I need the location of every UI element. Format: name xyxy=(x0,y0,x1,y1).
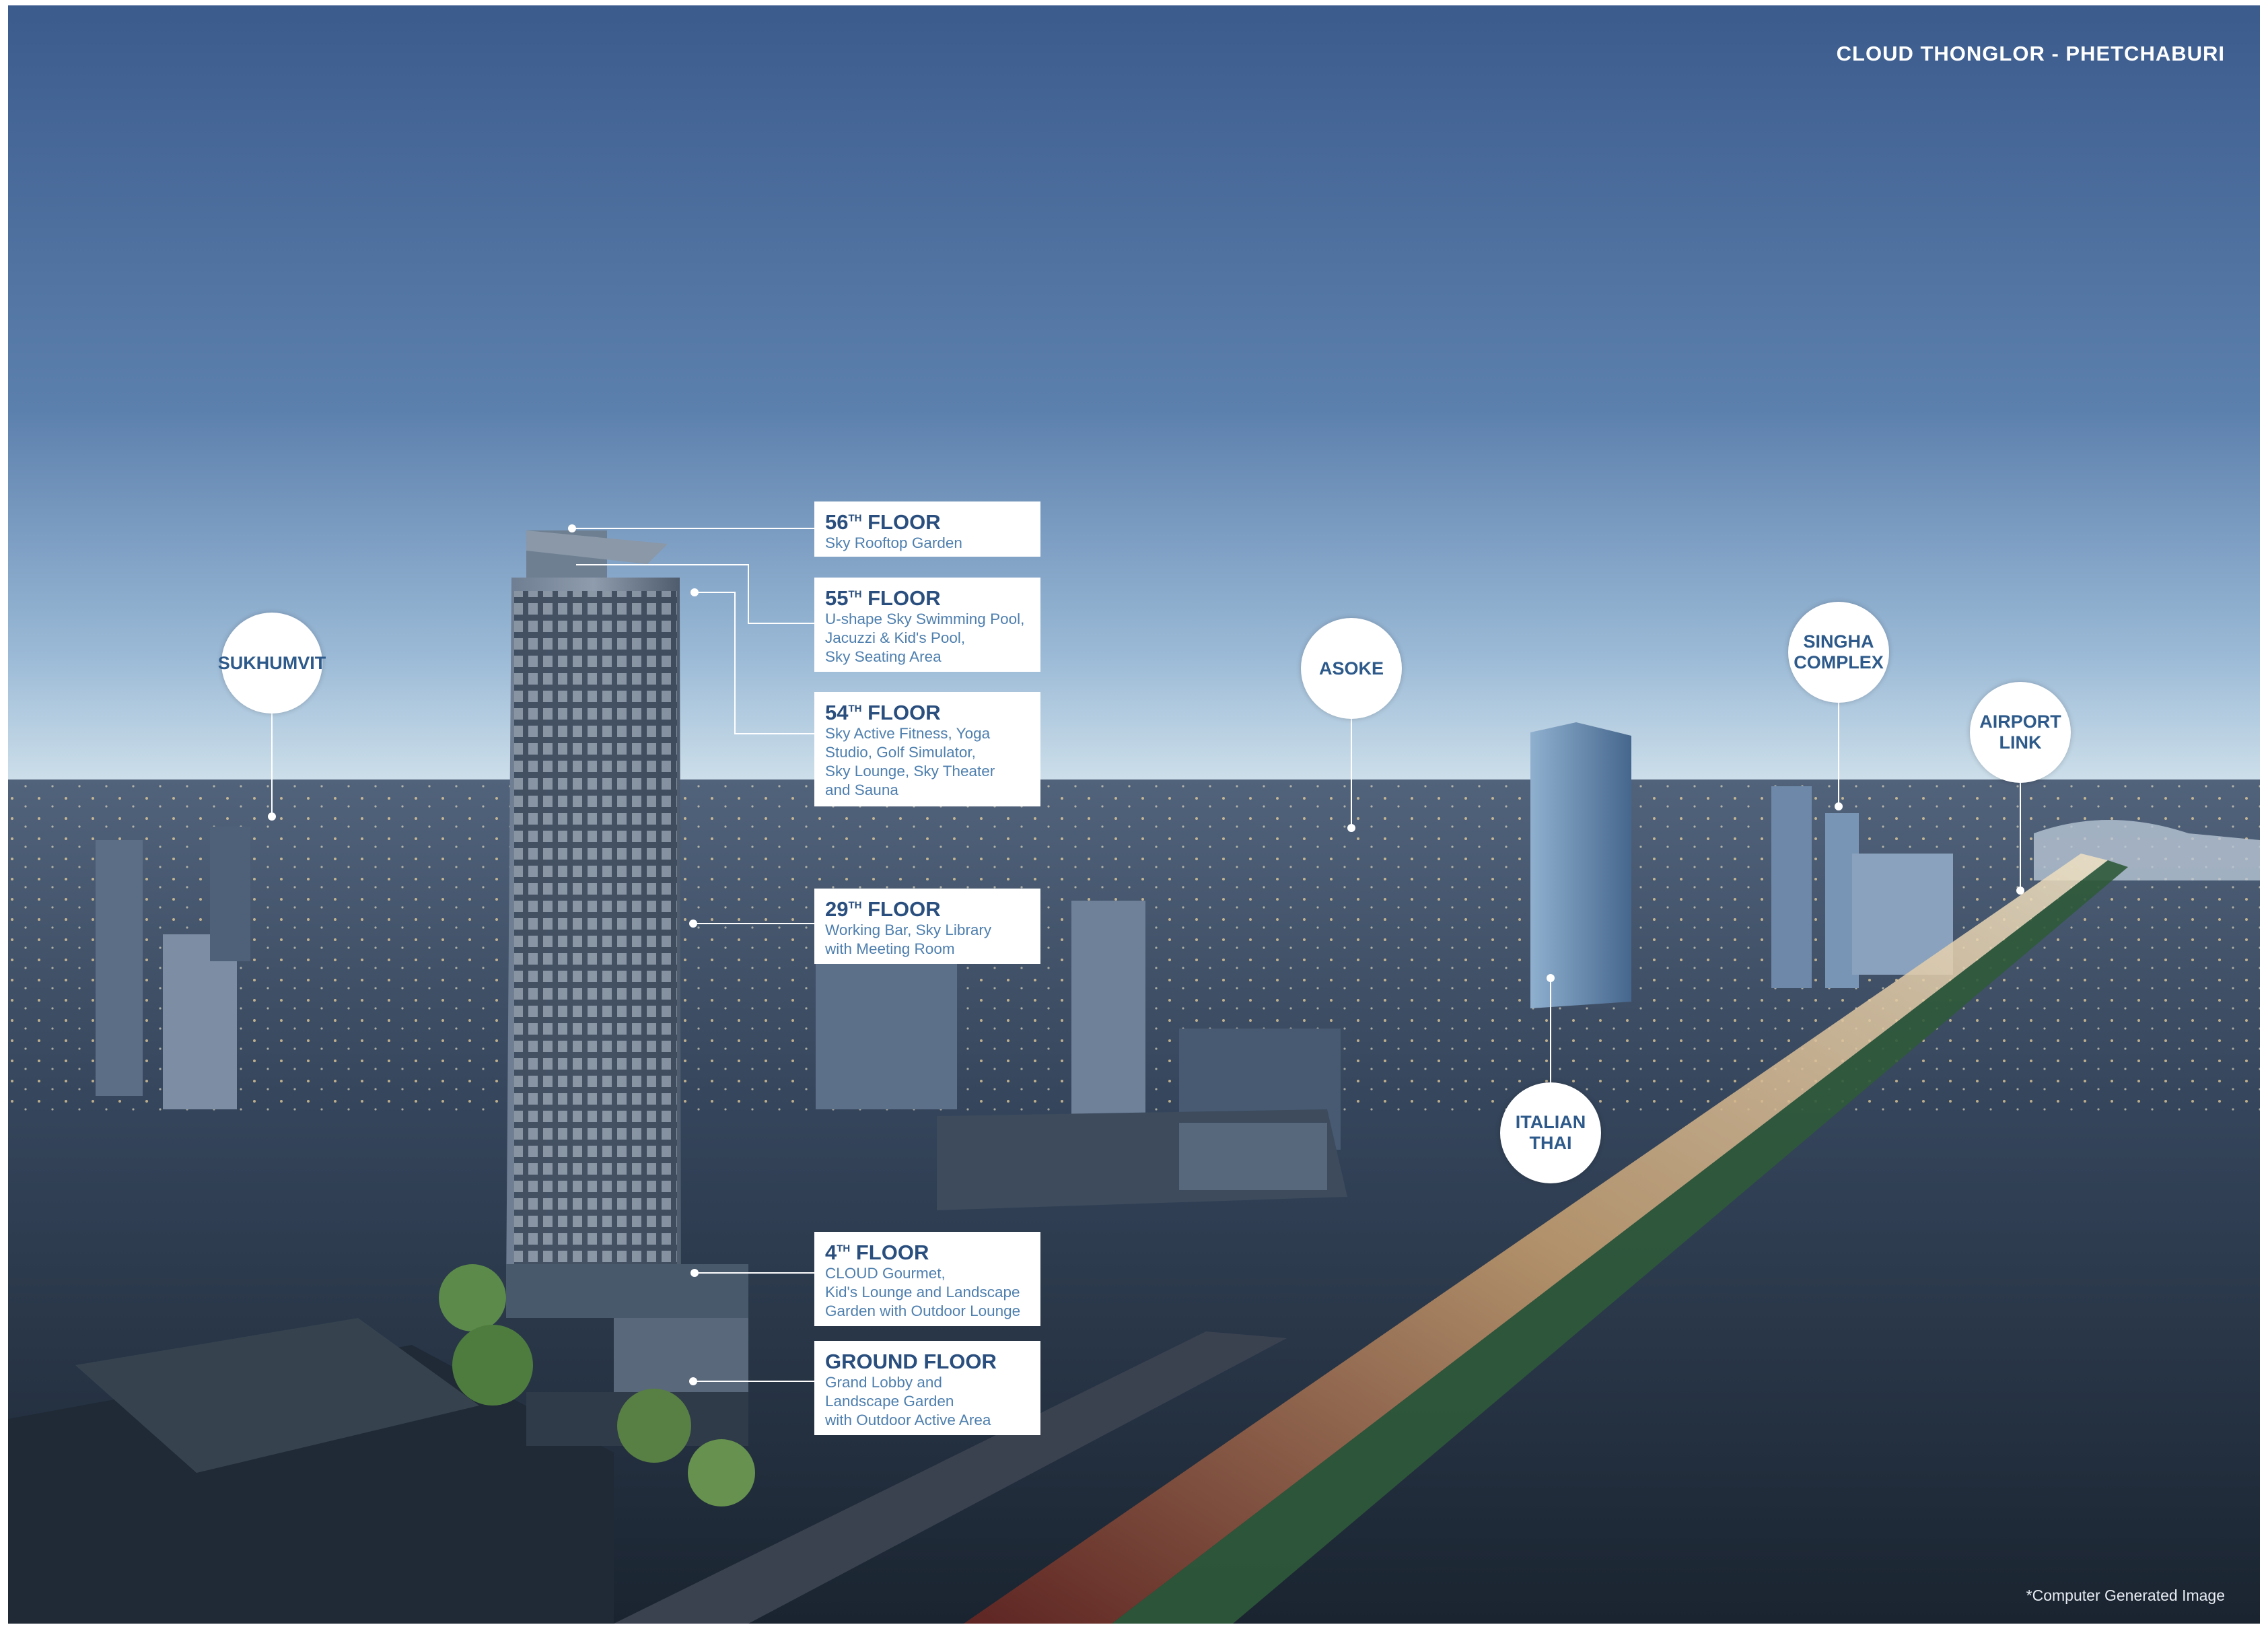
desc-line: CLOUD Gourmet, xyxy=(825,1265,946,1282)
floor-word: FLOOR xyxy=(855,1241,929,1264)
callout-floor-29: 29TH FLOOR Working Bar, Sky Library with… xyxy=(814,889,1040,964)
desc-line: U-shape Sky Swimming Pool, xyxy=(825,611,1025,627)
desc-line: Kid's Lounge and Landscape xyxy=(825,1284,1020,1301)
landmark-line: SUKHUMVIT xyxy=(217,652,326,673)
desc-line: Jacuzzi & Kid's Pool, xyxy=(825,629,966,646)
floor-number: 29 xyxy=(825,897,849,921)
floor-word: FLOOR xyxy=(923,1350,997,1373)
floor-suffix: TH xyxy=(848,512,862,524)
landmark-singha-complex: SINGHA COMPLEX xyxy=(1788,602,1889,703)
landmark-label: SUKHUMVIT xyxy=(218,653,326,674)
floor-suffix: TH xyxy=(848,703,862,715)
desc-line: Studio, Golf Simulator, xyxy=(825,744,976,761)
floor-heading: 56TH FLOOR xyxy=(825,511,1030,534)
floor-desc: CLOUD Gourmet, Kid's Lounge and Landscap… xyxy=(825,1264,1030,1321)
landmark-line: ITALIAN xyxy=(1515,1112,1586,1132)
desc-line: Sky Rooftop Garden xyxy=(825,534,962,551)
desc-line: with Outdoor Active Area xyxy=(825,1412,991,1428)
leader-lines xyxy=(268,524,2024,1385)
callout-floor-4: 4TH FLOOR CLOUD Gourmet, Kid's Lounge an… xyxy=(814,1232,1040,1326)
floor-suffix: TH xyxy=(837,1243,851,1255)
floor-heading: 54TH FLOOR xyxy=(825,701,1030,724)
desc-line: Garden with Outdoor Lounge xyxy=(825,1303,1021,1319)
callout-ground-floor: GROUND FLOOR Grand Lobby and Landscape G… xyxy=(814,1341,1040,1435)
floor-heading: GROUND FLOOR xyxy=(825,1350,1030,1373)
desc-line: Sky Lounge, Sky Theater xyxy=(825,763,995,779)
landmark-label: AIRPORT LINK xyxy=(1979,712,2061,753)
floor-number: 54 xyxy=(825,701,849,724)
floor-number: 55 xyxy=(825,586,849,610)
landmark-asoke: ASOKE xyxy=(1301,618,1402,719)
desc-line: and Sauna xyxy=(825,782,898,798)
callout-floor-55: 55TH FLOOR U-shape Sky Swimming Pool, Ja… xyxy=(814,578,1040,672)
landmark-italian-thai: ITALIAN THAI xyxy=(1500,1082,1601,1183)
floor-desc: Grand Lobby and Landscape Garden with Ou… xyxy=(825,1373,1030,1430)
landmark-line: THAI xyxy=(1529,1133,1572,1153)
floor-word: FLOOR xyxy=(867,897,941,921)
floor-heading: 55TH FLOOR xyxy=(825,587,1030,610)
floor-suffix: TH xyxy=(848,588,862,600)
floor-number: 56 xyxy=(825,510,849,534)
floor-word: FLOOR xyxy=(867,510,941,534)
floor-word: FLOOR xyxy=(867,586,941,610)
floor-desc: Sky Rooftop Garden xyxy=(825,534,1030,553)
desc-line: Sky Seating Area xyxy=(825,648,942,665)
desc-line: with Meeting Room xyxy=(825,940,955,957)
floor-desc: Working Bar, Sky Library with Meeting Ro… xyxy=(825,921,1030,959)
floor-desc: Sky Active Fitness, Yoga Studio, Golf Si… xyxy=(825,724,1030,800)
floor-number: GROUND xyxy=(825,1350,918,1373)
floor-heading: 29TH FLOOR xyxy=(825,898,1030,921)
landmark-line: AIRPORT xyxy=(1979,712,2061,732)
floor-desc: U-shape Sky Swimming Pool, Jacuzzi & Kid… xyxy=(825,610,1030,666)
landmark-label: ASOKE xyxy=(1319,658,1384,679)
brand-title: CLOUD THONGLOR - PHETCHABURI xyxy=(1836,42,2225,65)
landmark-label: ITALIAN THAI xyxy=(1516,1112,1586,1154)
floor-heading: 4TH FLOOR xyxy=(825,1241,1030,1264)
floor-number: 4 xyxy=(825,1241,837,1264)
desc-line: Sky Active Fitness, Yoga xyxy=(825,725,991,742)
desc-line: Grand Lobby and xyxy=(825,1374,942,1391)
callout-floor-56: 56TH FLOOR Sky Rooftop Garden xyxy=(814,501,1040,557)
landmark-sukhumvit: SUKHUMVIT xyxy=(218,613,326,714)
desc-line: Working Bar, Sky Library xyxy=(825,922,992,938)
landmark-line: COMPLEX xyxy=(1794,652,1884,672)
landmark-line: SINGHA xyxy=(1803,631,1874,652)
floor-suffix: TH xyxy=(848,899,862,911)
floor-word: FLOOR xyxy=(867,701,941,724)
landmark-airport-link: AIRPORT LINK xyxy=(1970,682,2071,783)
landmark-line: ASOKE xyxy=(1318,658,1384,679)
landmark-label: SINGHA COMPLEX xyxy=(1794,631,1884,673)
desc-line: Landscape Garden xyxy=(825,1393,954,1410)
landmark-line: LINK xyxy=(1999,732,2042,753)
callout-floor-54: 54TH FLOOR Sky Active Fitness, Yoga Stud… xyxy=(814,692,1040,806)
render-scene: CLOUD THONGLOR - PHETCHABURI 56TH FLOOR … xyxy=(8,5,2260,1624)
cgi-disclaimer: *Computer Generated Image xyxy=(2026,1587,2225,1604)
